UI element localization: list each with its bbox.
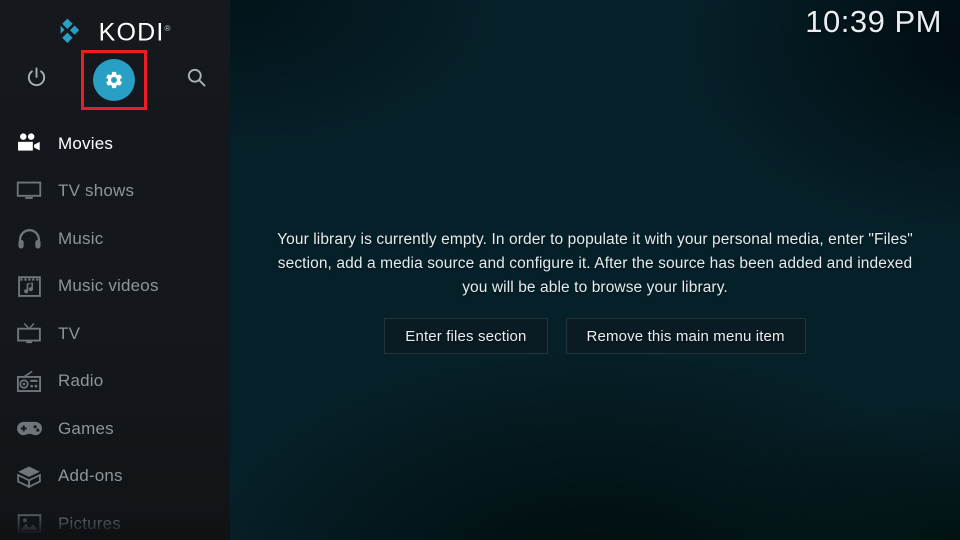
sidebar-item-label: Music: [58, 228, 104, 248]
sidebar-item-games[interactable]: Games: [0, 405, 230, 453]
empty-library-panel: Your library is currently empty. In orde…: [230, 228, 960, 354]
kodi-wordmark: KODI®: [98, 18, 171, 47]
sidebar-item-label: TV: [58, 323, 81, 343]
settings-gear-icon: [93, 59, 135, 101]
sidebar-item-label: Music videos: [58, 276, 159, 296]
sidebar-item-label: Radio: [58, 371, 104, 391]
sidebar-item-label: Pictures: [58, 513, 122, 533]
games-icon: [14, 416, 44, 442]
sidebar-item-label: Add-ons: [58, 466, 123, 486]
sidebar-item-radio[interactable]: Radio: [0, 358, 230, 406]
sidebar: KODI® Movies TV shows Music Music videos…: [0, 0, 230, 540]
add-ons-icon: [14, 463, 44, 489]
remove-main-menu-item-button[interactable]: Remove this main menu item: [565, 318, 806, 354]
radio-icon: [14, 368, 44, 394]
settings-button[interactable]: [86, 52, 142, 108]
tv-shows-icon: [14, 178, 44, 204]
power-button[interactable]: [8, 52, 64, 108]
empty-library-message: Your library is currently empty. In orde…: [277, 231, 913, 296]
sidebar-item-add-ons[interactable]: Add-ons: [0, 453, 230, 501]
empty-library-actions: Enter files section Remove this main men…: [230, 318, 960, 354]
sidebar-icon-row: [0, 52, 230, 108]
sidebar-item-label: TV shows: [58, 181, 135, 201]
tv-icon: [14, 321, 44, 347]
sidebar-item-music-videos[interactable]: Music videos: [0, 263, 230, 311]
pictures-icon: [14, 511, 44, 537]
music-videos-icon: [14, 273, 44, 299]
sidebar-item-music[interactable]: Music: [0, 215, 230, 263]
sidebar-item-movies[interactable]: Movies: [0, 120, 230, 168]
sidebar-item-tv[interactable]: TV: [0, 310, 230, 358]
movies-icon: [14, 131, 44, 157]
search-icon: [185, 66, 208, 94]
kodi-home-screen: 10:39 PM Your library is currently empty…: [0, 0, 960, 540]
clock: 10:39 PM: [805, 4, 942, 39]
main-menu: Movies TV shows Music Music videos TV Ra…: [0, 120, 230, 540]
kodi-logo: KODI®: [0, 14, 230, 48]
music-icon: [14, 226, 44, 252]
sidebar-item-label: Movies: [58, 133, 114, 153]
search-button[interactable]: [168, 52, 224, 108]
power-icon: [25, 66, 48, 94]
enter-files-section-button[interactable]: Enter files section: [384, 318, 548, 354]
sidebar-item-tv-shows[interactable]: TV shows: [0, 168, 230, 216]
sidebar-item-label: Games: [58, 418, 114, 438]
trademark-symbol: ®: [164, 24, 171, 34]
sidebar-item-pictures[interactable]: Pictures: [0, 500, 230, 540]
kodi-logo-icon: [60, 18, 90, 44]
